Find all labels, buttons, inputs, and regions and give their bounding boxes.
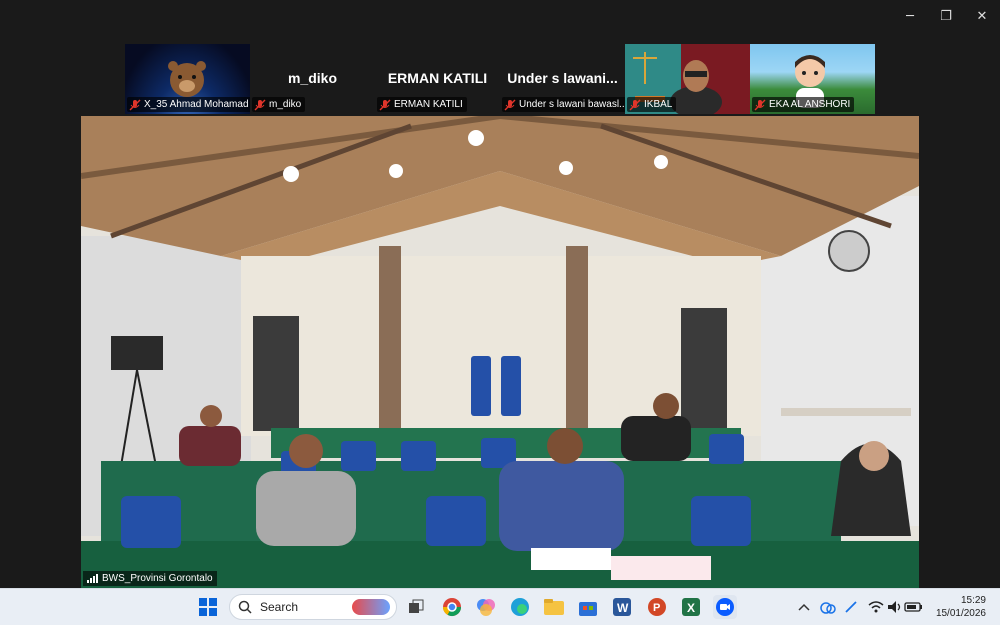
powerpoint-button[interactable]: P: [645, 595, 669, 619]
participant-display-name: m_diko: [287, 70, 337, 86]
participant-tile[interactable]: IKBAL: [625, 44, 750, 114]
word-icon: W: [613, 598, 631, 616]
participant-tile[interactable]: m_diko m_diko: [250, 44, 375, 114]
task-view-icon: [409, 599, 424, 613]
wifi-icon: [868, 601, 884, 613]
speaker-name-tag: BWS_Provinsi Gorontalo: [83, 571, 217, 586]
participant-tile[interactable]: Under s lawani... Under s lawani bawasl.…: [500, 44, 625, 114]
store-button[interactable]: [576, 595, 600, 619]
language-button[interactable]: [840, 595, 864, 619]
taskbar-search[interactable]: Search: [229, 594, 397, 620]
copilot-button[interactable]: [474, 595, 498, 619]
powerpoint-icon: P: [648, 598, 666, 616]
speaker-icon: [888, 601, 901, 613]
participant-name-tag: ERMAN KATILI: [377, 97, 467, 112]
edge-icon: [511, 598, 529, 616]
taskbar-clock[interactable]: 15:29 15/01/2026: [936, 594, 986, 620]
connection-signal-icon: [87, 574, 98, 583]
search-icon: [238, 600, 252, 614]
participant-name-tag: m_diko: [252, 97, 306, 112]
word-button[interactable]: W: [610, 595, 634, 619]
copilot-icon: [477, 599, 495, 616]
zoom-button[interactable]: [713, 595, 737, 619]
mic-muted-icon: [629, 99, 641, 110]
mic-muted-icon: [754, 99, 766, 110]
mic-muted-icon: [504, 99, 516, 110]
close-button[interactable]: ✕: [964, 0, 1000, 32]
participant-name-tag: EKA AL ANSHORI: [752, 97, 855, 112]
windows-start-button[interactable]: [196, 595, 220, 619]
main-video-feed[interactable]: BWS_Provinsi Gorontalo: [81, 116, 919, 588]
restore-button[interactable]: ❐: [928, 0, 964, 32]
battery-button[interactable]: [902, 595, 926, 619]
excel-icon: X: [682, 598, 700, 616]
window-controls: ─ ❐ ✕: [892, 0, 1000, 32]
participant-tile[interactable]: ERMAN KATILI ERMAN KATILI: [375, 44, 500, 114]
edge-button[interactable]: [508, 595, 532, 619]
participant-tile[interactable]: X_35 Ahmad Mohamad: [125, 44, 250, 114]
search-highlight-icon: [352, 599, 390, 615]
mic-muted-icon: [129, 99, 141, 110]
participant-display-name: ERMAN KATILI: [387, 70, 488, 86]
minimize-button[interactable]: ─: [892, 0, 928, 32]
file-explorer-button[interactable]: [542, 595, 566, 619]
svg-text:P: P: [653, 602, 660, 614]
task-view-button[interactable]: [404, 595, 428, 619]
participant-tile[interactable]: EKA AL ANSHORI: [750, 44, 875, 114]
battery-icon: [904, 602, 922, 612]
chrome-icon: [443, 598, 461, 617]
participant-strip: X_35 Ahmad Mohamad m_diko m_diko ERMAN K…: [125, 44, 875, 114]
zoom-meeting-window: ─ ❐ ✕ X_35 Ahmad Mohamad m_diko m_diko E…: [0, 0, 1000, 625]
cloud-sync-icon: [820, 602, 836, 614]
participant-name-tag: Under s lawani bawasl...: [502, 97, 625, 112]
excel-button[interactable]: X: [679, 595, 703, 619]
show-hidden-icons-button[interactable]: [792, 595, 816, 619]
meeting-room-video: [81, 116, 919, 588]
zoom-icon: [716, 598, 734, 616]
participant-name-tag: X_35 Ahmad Mohamad: [127, 97, 250, 112]
windows-taskbar: Search W P X 15:29 15/01/2026: [0, 588, 1000, 625]
chrome-button[interactable]: [440, 595, 464, 619]
participant-name-tag: IKBAL: [627, 97, 677, 112]
store-icon: [579, 602, 597, 616]
cloud-button[interactable]: [816, 595, 840, 619]
pen-input-icon: [845, 601, 857, 613]
participant-display-name: Under s lawani...: [507, 70, 618, 86]
svg-text:X: X: [687, 601, 695, 615]
mic-muted-icon: [254, 99, 266, 110]
windows-logo-icon: [199, 598, 217, 616]
folder-icon: [544, 599, 564, 615]
svg-text:W: W: [617, 601, 629, 615]
chevron-up-icon: [798, 603, 810, 611]
mic-muted-icon: [379, 99, 391, 110]
